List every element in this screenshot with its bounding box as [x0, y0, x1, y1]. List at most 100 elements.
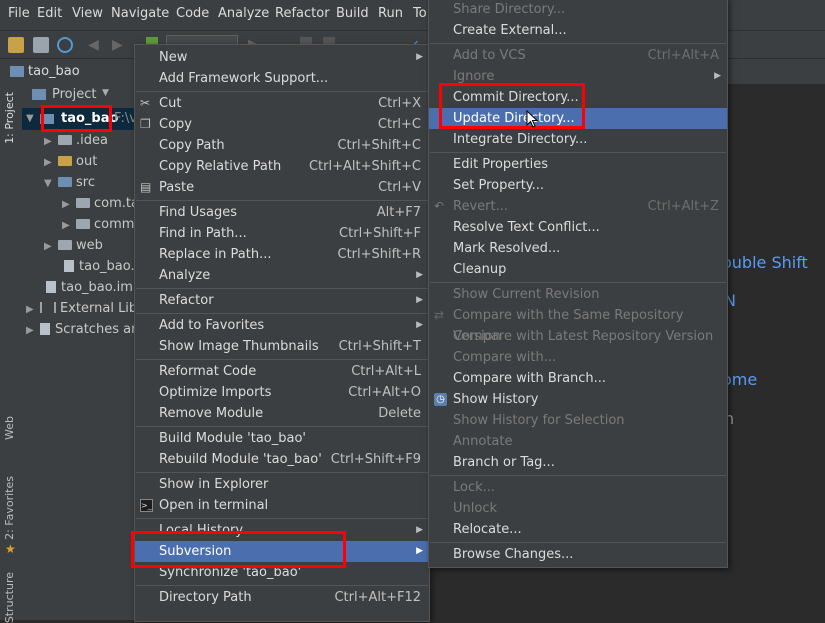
menu-item-resolve-text-conflict[interactable]: Resolve Text Conflict...: [429, 217, 727, 238]
menu-build[interactable]: Build: [336, 6, 369, 21]
menu-item-branch-or-tag[interactable]: Branch or Tag...: [429, 452, 727, 473]
chevron-right-icon[interactable]: ▶: [44, 152, 54, 173]
menu-item-refactor[interactable]: Refactor ▶: [135, 290, 429, 311]
menu-item-add-framework[interactable]: Add Framework Support...: [135, 68, 429, 89]
tab-favorites[interactable]: 2: Favorites: [3, 476, 16, 540]
menu-item-create-external[interactable]: Create External...: [429, 20, 727, 41]
chevron-down-icon[interactable]: ▼: [102, 88, 109, 98]
menu-item-revert[interactable]: ↶ Revert... Ctrl+Alt+Z: [429, 196, 727, 217]
breadcrumb-root[interactable]: tao_bao: [28, 64, 80, 79]
menu-item-compare-with-branch[interactable]: Compare with Branch...: [429, 368, 727, 389]
tree-row-tao-bao-file[interactable]: tao_bao.i: [64, 256, 138, 277]
menu-item-add-to-favorites[interactable]: Add to Favorites ▶: [135, 315, 429, 336]
chevron-right-icon[interactable]: ▶: [62, 194, 72, 215]
menu-item-reformat-code[interactable]: Reformat Code Ctrl+Alt+L: [135, 361, 429, 382]
chevron-right-icon[interactable]: ▶: [44, 236, 54, 257]
menu-item-cleanup[interactable]: Cleanup: [429, 259, 727, 280]
folder-icon: [58, 240, 72, 250]
menu-item-edit-properties[interactable]: Edit Properties: [429, 154, 727, 175]
highlight-subversion: [131, 531, 346, 568]
library-icon: [40, 302, 56, 313]
tree-row-comm[interactable]: ▶ comm: [62, 214, 134, 235]
forward-icon[interactable]: ▶: [112, 37, 128, 53]
back-icon[interactable]: ◀: [88, 37, 104, 53]
menu-run[interactable]: Run: [378, 6, 403, 21]
menu-file[interactable]: File: [8, 6, 30, 21]
menu-item-compare-same-repo[interactable]: ⇄ Compare with the Same Repository Versio…: [429, 305, 727, 344]
terminal-icon: >_: [140, 499, 153, 512]
menu-item-compare-with[interactable]: Compare with...: [429, 347, 727, 368]
menu-item-relocate[interactable]: Relocate...: [429, 519, 727, 540]
menu-item-browse-changes[interactable]: Browse Changes...: [429, 544, 727, 565]
menu-item-show-history[interactable]: ◷ Show History: [429, 389, 727, 410]
menu-analyze[interactable]: Analyze: [218, 6, 269, 21]
menu-item-unlock[interactable]: Unlock: [429, 498, 727, 519]
menu-item-add-to-vcs[interactable]: Add to VCS Ctrl+Alt+A: [429, 45, 727, 66]
menu-item-new[interactable]: New ▶: [135, 47, 429, 68]
chevron-right-icon: ▶: [416, 525, 423, 535]
menu-item-find-in-path[interactable]: Find in Path... Ctrl+Shift+F: [135, 223, 429, 244]
menu-item-show-image-thumbnails[interactable]: Show Image Thumbnails Ctrl+Shift+T: [135, 336, 429, 357]
menu-item-set-property[interactable]: Set Property...: [429, 175, 727, 196]
project-view-label[interactable]: Project: [52, 87, 96, 102]
sync-icon[interactable]: [57, 37, 73, 53]
tab-structure[interactable]: Structure: [3, 572, 16, 623]
menu-item-show-current-revision[interactable]: Show Current Revision: [429, 284, 727, 305]
menu-item-find-usages[interactable]: Find Usages Alt+F7: [135, 202, 429, 223]
menu-refactor[interactable]: Refactor: [275, 6, 330, 21]
menu-tools[interactable]: To: [413, 6, 427, 21]
tree-label: .idea: [76, 133, 108, 148]
chevron-right-icon[interactable]: ▶: [62, 215, 72, 236]
save-icon[interactable]: [33, 37, 49, 53]
menu-item-copy[interactable]: ❐ Copy Ctrl+C: [135, 114, 429, 135]
tree-row-iml[interactable]: tao_bao.iml: [46, 277, 136, 298]
menu-view[interactable]: View: [72, 6, 103, 21]
menu-code[interactable]: Code: [176, 6, 209, 21]
menu-item-build-module[interactable]: Build Module 'tao_bao': [135, 428, 429, 449]
menu-item-optimize-imports[interactable]: Optimize Imports Ctrl+Alt+O: [135, 382, 429, 403]
menu-item-rebuild-module[interactable]: Rebuild Module 'tao_bao' Ctrl+Shift+F9: [135, 449, 429, 470]
menu-item-open-in-terminal[interactable]: >_ Open in terminal: [135, 495, 429, 516]
tree-row-src[interactable]: ▼ src: [44, 172, 95, 193]
tab-web[interactable]: Web: [3, 416, 16, 440]
chevron-down-icon[interactable]: ▼: [26, 108, 36, 129]
menu-item-cut[interactable]: ✂ Cut Ctrl+X: [135, 93, 429, 114]
chevron-down-icon[interactable]: ▼: [44, 173, 54, 194]
chevron-right-icon[interactable]: ▶: [26, 299, 36, 320]
left-tool-strip: 1: Project Web 2: Favorites ★ Structure: [0, 84, 23, 623]
tree-row-web[interactable]: ▶ web: [44, 235, 103, 256]
menu-item-show-history-selection[interactable]: Show History for Selection: [429, 410, 727, 431]
tree-label: tao_bao.i: [79, 259, 139, 274]
folder-icon: [58, 156, 72, 166]
menu-item-directory-path[interactable]: Directory Path Ctrl+Alt+F12: [135, 587, 429, 608]
menu-item-annotate[interactable]: Annotate: [429, 431, 727, 452]
tree-row-idea[interactable]: ▶ .idea: [44, 130, 108, 151]
menu-item-copy-path[interactable]: Copy Path Ctrl+Shift+C: [135, 135, 429, 156]
menu-item-mark-resolved[interactable]: Mark Resolved...: [429, 238, 727, 259]
menu-item-analyze[interactable]: Analyze ▶: [135, 265, 429, 286]
menu-item-integrate-directory[interactable]: Integrate Directory...: [429, 129, 727, 150]
menu-item-paste[interactable]: ▤ Paste Ctrl+V: [135, 177, 429, 198]
menu-item-copy-relative-path[interactable]: Copy Relative Path Ctrl+Alt+Shift+C: [135, 156, 429, 177]
chevron-right-icon[interactable]: ▶: [44, 131, 54, 152]
menu-item-remove-module[interactable]: Remove Module Delete: [135, 403, 429, 424]
tree-row-external-libraries[interactable]: ▶ External Libr: [26, 298, 143, 319]
chevron-right-icon[interactable]: ▶: [26, 320, 36, 341]
menu-item-share-directory[interactable]: Share Directory...: [429, 0, 727, 20]
tree-label: com.ta: [94, 196, 139, 211]
package-icon: [76, 198, 90, 208]
tree-row-com-ta[interactable]: ▶ com.ta: [62, 193, 139, 214]
menu-edit[interactable]: Edit: [37, 6, 62, 21]
menu-item-compare-latest-repo[interactable]: Compare with Latest Repository Version: [429, 326, 727, 347]
menu-item-lock[interactable]: Lock...: [429, 477, 727, 498]
tree-row-out[interactable]: ▶ out: [44, 151, 97, 172]
tab-project[interactable]: 1: Project: [3, 92, 16, 144]
menu-navigate[interactable]: Navigate: [111, 6, 169, 21]
menu-item-replace-in-path[interactable]: Replace in Path... Ctrl+Shift+R: [135, 244, 429, 265]
mouse-cursor-icon: [526, 110, 538, 128]
open-folder-icon[interactable]: [8, 37, 24, 53]
folder-icon: [58, 135, 72, 145]
tree-row-scratches[interactable]: ▶ Scratches an: [26, 319, 139, 340]
menu-item-show-in-explorer[interactable]: Show in Explorer: [135, 474, 429, 495]
chevron-right-icon: ▶: [714, 71, 721, 81]
